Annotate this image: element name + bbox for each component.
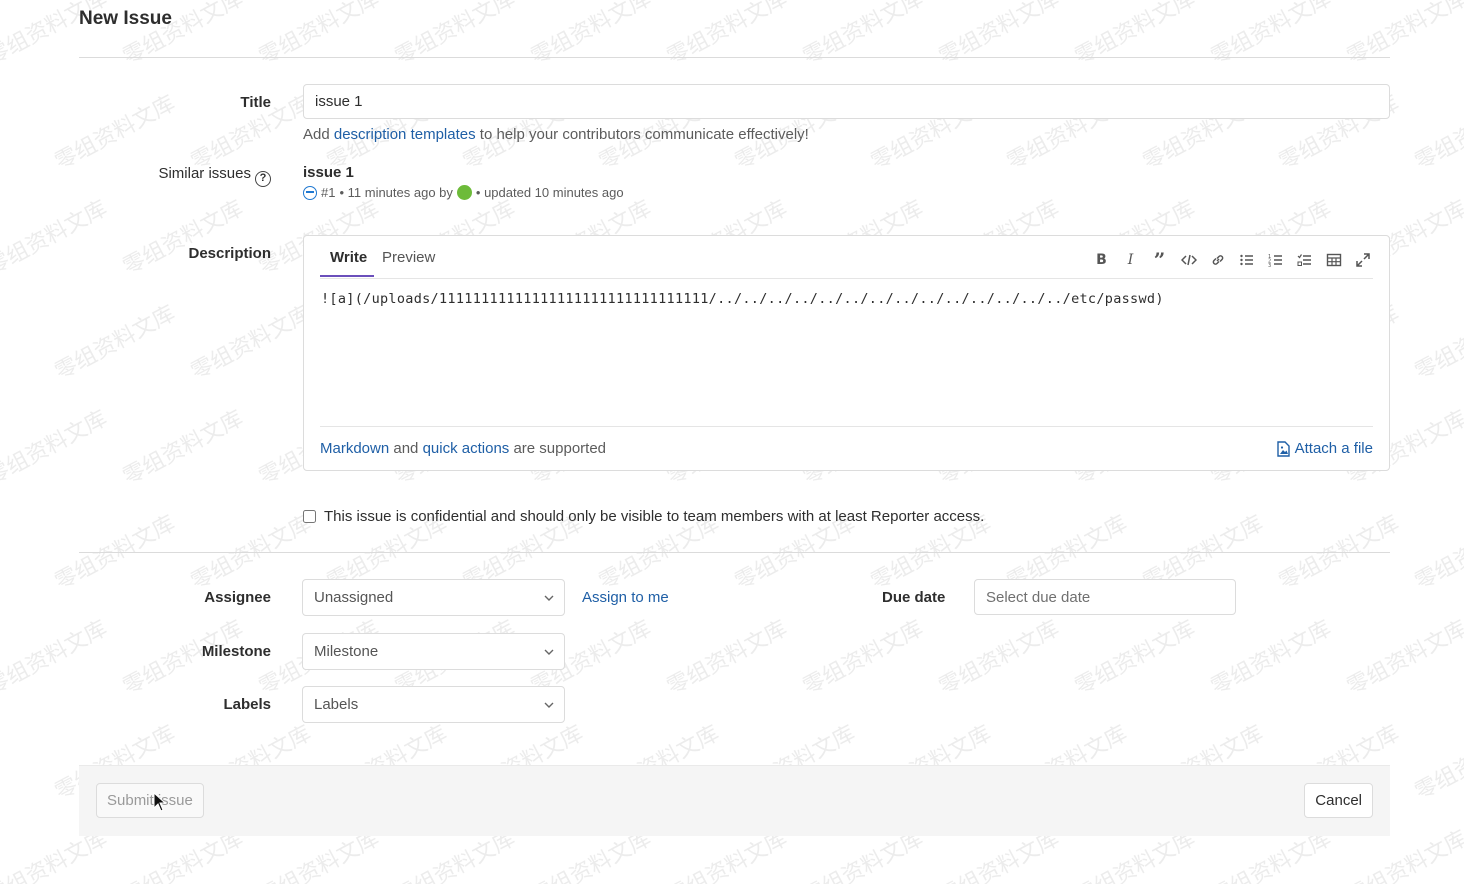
watermark-text: 零组资料文库 bbox=[663, 616, 792, 701]
watermark-text: 零组资料文库 bbox=[51, 511, 180, 596]
similar-issue-title[interactable]: issue 1 bbox=[303, 164, 354, 181]
similar-issues-label: Similar issues? bbox=[158, 165, 271, 187]
quick-actions-link[interactable]: quick actions bbox=[423, 440, 510, 457]
watermark-text: 零组资料文库 bbox=[935, 616, 1064, 701]
title-input[interactable] bbox=[303, 84, 1390, 119]
editor-tabs: Write Preview B I ” 123 bbox=[320, 236, 1373, 279]
watermark-text: 零组资料文库 bbox=[391, 0, 520, 71]
due-date-label: Due date bbox=[882, 589, 946, 606]
watermark-text: 零组资料文库 bbox=[1411, 91, 1464, 176]
hint-prefix: Add bbox=[303, 126, 334, 143]
watermark-text: 零组资料文库 bbox=[51, 301, 180, 386]
watermark-text: 零组资料文库 bbox=[1071, 0, 1200, 71]
confidential-checkbox[interactable] bbox=[303, 510, 316, 523]
question-circle-icon[interactable]: ? bbox=[255, 171, 271, 187]
code-icon[interactable] bbox=[1178, 249, 1199, 270]
confidential-option[interactable]: This issue is confidential and should on… bbox=[303, 508, 984, 525]
markdown-editor: Write Preview B I ” 123 ![a](/uploads/11… bbox=[303, 235, 1390, 471]
issue-open-icon bbox=[303, 185, 317, 200]
watermark-text: 零组资料文库 bbox=[187, 511, 316, 596]
tab-write[interactable]: Write bbox=[330, 249, 367, 266]
fullscreen-icon[interactable] bbox=[1352, 249, 1373, 270]
confidential-label: This issue is confidential and should on… bbox=[324, 508, 985, 525]
chevron-down-icon bbox=[544, 702, 554, 708]
watermark-text: 零组资料文库 bbox=[1207, 616, 1336, 701]
active-tab-indicator bbox=[320, 275, 374, 277]
bullet-list-icon[interactable] bbox=[1236, 249, 1257, 270]
form-actions: Submit issue Cancel bbox=[79, 765, 1390, 836]
milestone-dropdown[interactable]: Milestone bbox=[302, 633, 565, 670]
bold-icon[interactable]: B bbox=[1091, 249, 1112, 270]
footer-suffix: are supported bbox=[509, 440, 607, 457]
assign-to-me-link[interactable]: Assign to me bbox=[582, 589, 669, 606]
hint-suffix: to help your contributors communicate ef… bbox=[475, 126, 809, 143]
watermark-text: 零组资料文库 bbox=[1343, 616, 1464, 701]
author-avatar bbox=[456, 185, 472, 200]
editor-toolbar: B I ” 123 bbox=[1091, 249, 1373, 271]
similar-issues-text: Similar issues bbox=[158, 165, 251, 182]
cancel-button[interactable]: Cancel bbox=[1304, 783, 1373, 818]
watermark-text: 零组资料文库 bbox=[1071, 616, 1200, 701]
watermark-text: 零组资料文库 bbox=[799, 0, 928, 71]
similar-issue-updated: • updated 10 minutes ago bbox=[475, 185, 624, 200]
chevron-down-icon bbox=[544, 649, 554, 655]
link-icon[interactable] bbox=[1207, 249, 1228, 270]
attach-file-button[interactable]: Attach a file bbox=[1276, 440, 1373, 457]
numbered-list-icon[interactable]: 123 bbox=[1265, 249, 1286, 270]
labels-dropdown[interactable]: Labels bbox=[302, 686, 565, 723]
task-list-icon[interactable] bbox=[1294, 249, 1315, 270]
watermark-text: 零组资料文库 bbox=[51, 91, 180, 176]
watermark-text: 零组资料文库 bbox=[1411, 511, 1464, 596]
mouse-cursor-icon bbox=[153, 792, 167, 812]
title-label: Title bbox=[240, 94, 271, 111]
quote-icon[interactable]: ” bbox=[1149, 249, 1170, 271]
watermark-text: 零组资料文库 bbox=[119, 196, 248, 281]
watermark-text: 零组资料文库 bbox=[255, 0, 384, 71]
submit-issue-button[interactable]: Submit issue bbox=[96, 783, 204, 818]
editor-footer-text: Markdown and quick actions are supported bbox=[320, 440, 606, 457]
watermark-text: 零组资料文库 bbox=[0, 616, 112, 701]
header-divider bbox=[79, 57, 1390, 58]
chevron-down-icon bbox=[544, 595, 554, 601]
svg-text:3: 3 bbox=[1268, 263, 1271, 268]
watermark-text: 零组资料文库 bbox=[663, 0, 792, 71]
footer-and: and bbox=[389, 440, 423, 457]
watermark-text: 零组资料文库 bbox=[0, 406, 112, 491]
description-label: Description bbox=[188, 245, 271, 262]
labels-label: Labels bbox=[223, 696, 271, 713]
attach-file-label: Attach a file bbox=[1294, 440, 1373, 457]
editor-footer-divider bbox=[320, 426, 1373, 427]
similar-issue-created: • 11 minutes ago by bbox=[339, 185, 453, 200]
similar-issue-meta: #1 • 11 minutes ago by • updated 10 minu… bbox=[303, 185, 624, 200]
assignee-dropdown[interactable]: Unassigned bbox=[302, 579, 565, 616]
description-templates-link[interactable]: description templates bbox=[334, 126, 476, 143]
assignee-value: Unassigned bbox=[314, 589, 394, 606]
due-date-input[interactable] bbox=[974, 579, 1236, 615]
section-divider bbox=[79, 552, 1390, 553]
description-templates-hint: Add description templates to help your c… bbox=[303, 126, 809, 143]
watermark-text: 零组资料文库 bbox=[1207, 0, 1336, 71]
watermark-text: 零组资料文库 bbox=[1411, 301, 1464, 386]
markdown-link[interactable]: Markdown bbox=[320, 440, 389, 457]
watermark-text: 零组资料文库 bbox=[119, 406, 248, 491]
description-textarea[interactable]: ![a](/uploads/11111111111111111111111111… bbox=[321, 291, 1373, 307]
page-title: New Issue bbox=[79, 8, 172, 29]
tab-preview[interactable]: Preview bbox=[382, 249, 435, 266]
table-icon[interactable] bbox=[1323, 249, 1344, 270]
watermark-text: 零组资料文库 bbox=[935, 0, 1064, 71]
watermark-text: 零组资料文库 bbox=[1411, 721, 1464, 806]
italic-icon[interactable]: I bbox=[1120, 249, 1141, 270]
watermark-text: 零组资料文库 bbox=[187, 301, 316, 386]
watermark-text: 零组资料文库 bbox=[1343, 0, 1464, 71]
image-file-icon bbox=[1276, 440, 1290, 457]
watermark-text: 零组资料文库 bbox=[0, 196, 112, 281]
assignee-label: Assignee bbox=[204, 589, 271, 606]
labels-value: Labels bbox=[314, 696, 359, 713]
milestone-label: Milestone bbox=[201, 643, 271, 660]
milestone-value: Milestone bbox=[314, 643, 379, 660]
watermark-text: 零组资料文库 bbox=[527, 0, 656, 71]
similar-issue-ref: #1 bbox=[321, 185, 336, 200]
watermark-text: 零组资料文库 bbox=[1275, 511, 1404, 596]
watermark-text: 零组资料文库 bbox=[799, 616, 928, 701]
